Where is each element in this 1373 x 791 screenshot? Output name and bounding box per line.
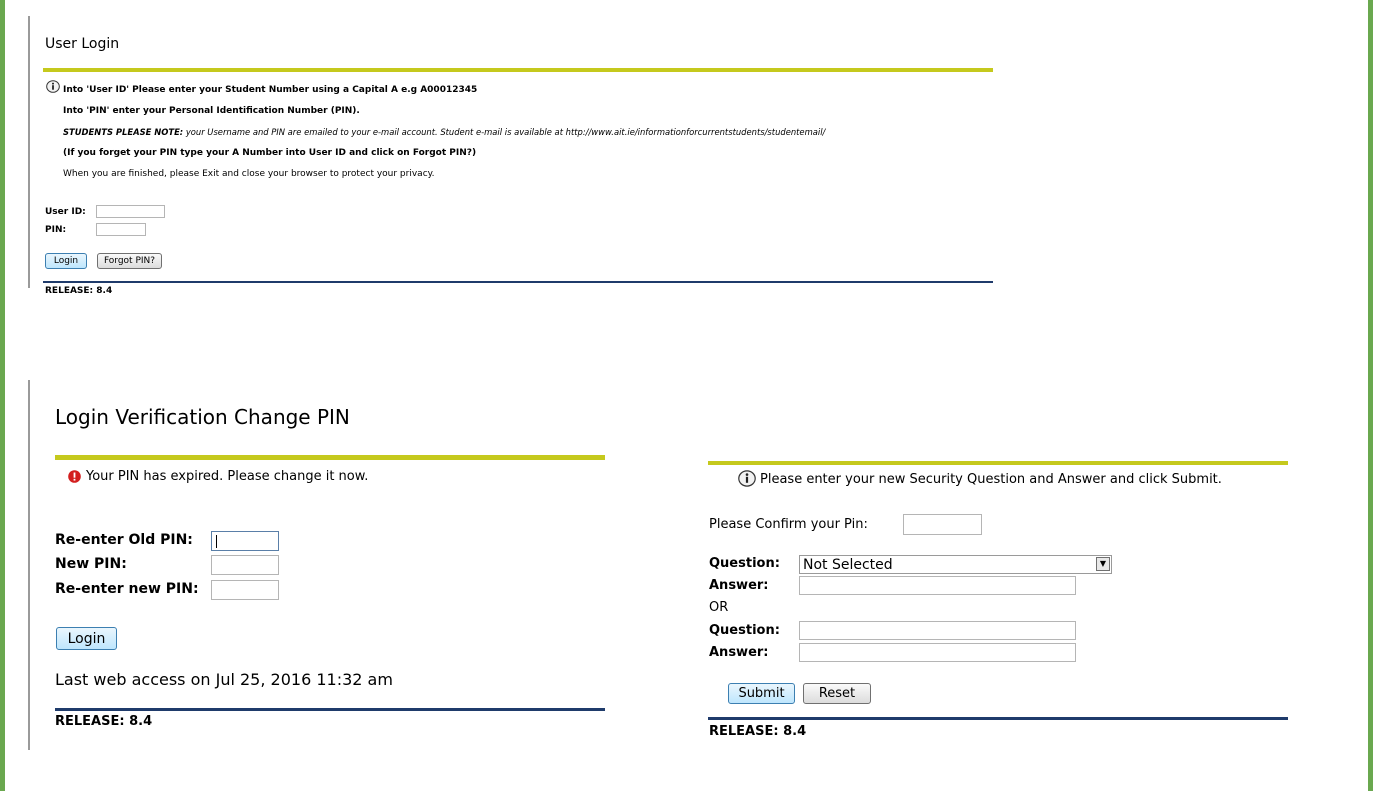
pin-expired-message: Your PIN has expired. Please change it n… <box>86 469 369 484</box>
question-label: Question: <box>709 556 780 571</box>
change-pin-release-label: RELEASE: 8.4 <box>55 714 153 729</box>
submit-button[interactable]: Submit <box>728 683 795 704</box>
chevron-down-icon[interactable]: ▼ <box>1096 557 1110 571</box>
security-info-message: Please enter your new Security Question … <box>760 472 1222 487</box>
user-id-input[interactable] <box>96 205 165 218</box>
info-line-note: STUDENTS PLEASE NOTE: your Username and … <box>63 127 825 137</box>
answer-label: Answer: <box>709 578 769 593</box>
change-pin-title: Login Verification Change PIN <box>55 405 350 429</box>
question-select[interactable]: Not Selected ▼ <box>799 555 1112 574</box>
old-pin-input[interactable] <box>211 531 279 551</box>
security-footer-rule <box>708 717 1288 720</box>
old-pin-label: Re-enter Old PIN: <box>55 532 193 548</box>
text-cursor <box>216 535 217 548</box>
info-line-pin: Into 'PIN' enter your Personal Identific… <box>63 106 360 116</box>
change-pin-login-button[interactable]: Login <box>56 627 117 650</box>
last-access-text: Last web access on Jul 25, 2016 11:32 am <box>55 670 393 689</box>
or-label: OR <box>709 600 729 615</box>
security-release-label: RELEASE: 8.4 <box>709 724 807 739</box>
question-select-value: Not Selected <box>803 557 893 573</box>
new-pin-label: New PIN: <box>55 556 127 572</box>
login-button[interactable]: Login <box>45 253 87 269</box>
confirm-pin-input[interactable] <box>903 514 982 535</box>
info-icon <box>46 80 60 93</box>
pin-label: PIN: <box>45 225 67 235</box>
panel-divider-top <box>28 16 30 288</box>
change-pin-footer-rule <box>55 708 605 711</box>
release-label: RELEASE: 8.4 <box>45 286 113 296</box>
info-icon <box>738 470 756 487</box>
info-line-forgot: (If you forget your PIN type your A Numb… <box>63 148 477 158</box>
change-pin-header-rule <box>55 455 605 460</box>
info-line-user-id: Into 'User ID' Please enter your Student… <box>63 85 478 95</box>
frame-border-left <box>0 0 5 791</box>
answer-input[interactable] <box>799 576 1076 595</box>
note-label: STUDENTS PLEASE NOTE: <box>63 127 184 137</box>
error-icon <box>68 470 81 483</box>
question2-label: Question: <box>709 623 780 638</box>
reenter-new-pin-input[interactable] <box>211 580 279 600</box>
frame-border-right <box>1368 0 1373 791</box>
reenter-new-pin-label: Re-enter new PIN: <box>55 581 199 597</box>
new-pin-input[interactable] <box>211 555 279 575</box>
note-text: your Username and PIN are emailed to you… <box>183 127 826 137</box>
info-line-exit: When you are finished, please Exit and c… <box>63 169 435 179</box>
answer2-input[interactable] <box>799 643 1076 662</box>
forgot-pin-button[interactable]: Forgot PIN? <box>97 253 162 269</box>
footer-rule <box>43 281 993 283</box>
question2-input[interactable] <box>799 621 1076 640</box>
panel-divider-bottom <box>28 380 30 750</box>
confirm-pin-label: Please Confirm your Pin: <box>709 517 868 532</box>
pin-input[interactable] <box>96 223 146 236</box>
user-id-label: User ID: <box>45 207 86 217</box>
header-rule <box>43 68 993 72</box>
reset-button[interactable]: Reset <box>803 683 871 704</box>
page-title: User Login <box>45 36 120 52</box>
answer2-label: Answer: <box>709 645 769 660</box>
security-header-rule <box>708 461 1288 465</box>
